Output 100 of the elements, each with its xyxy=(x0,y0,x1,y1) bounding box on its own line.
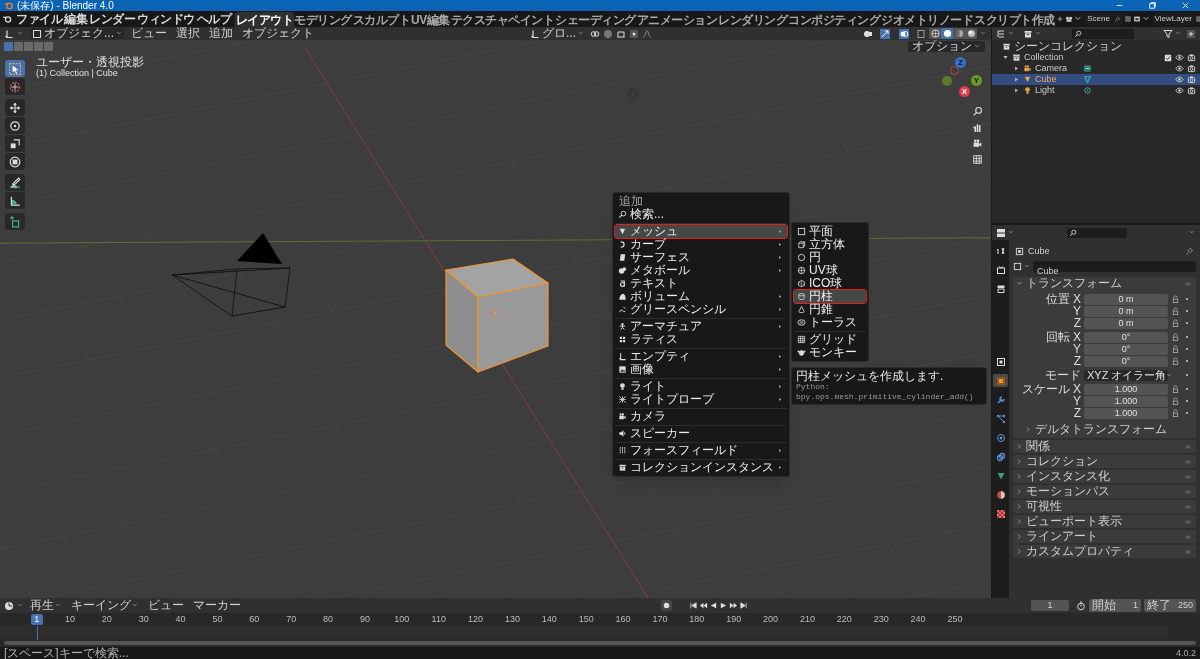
caret-icon[interactable] xyxy=(1008,229,1015,236)
tool-button[interactable] xyxy=(5,192,25,209)
menu-item[interactable]: 画像 xyxy=(615,363,787,376)
axis-button[interactable]: Z xyxy=(955,57,966,68)
timeline-editor-icon[interactable] xyxy=(4,600,14,611)
menu-item[interactable]: 平面 xyxy=(794,225,866,238)
menu-item[interactable]: ボリューム xyxy=(615,290,787,303)
view-layer-icon[interactable] xyxy=(1132,15,1141,23)
menu-item[interactable]: ラティス xyxy=(615,333,787,346)
menu-item[interactable]: 選択 xyxy=(173,28,203,39)
workspace-tab[interactable]: レイアウト xyxy=(235,12,294,27)
eye-icon[interactable] xyxy=(1175,75,1184,84)
menu-item[interactable]: グリースペンシル xyxy=(615,303,787,316)
overlay-toggle-icon[interactable] xyxy=(899,28,909,39)
menu-item[interactable]: 検索... xyxy=(615,208,787,221)
tree-row[interactable]: Light xyxy=(992,85,1200,96)
play-reverse-icon[interactable] xyxy=(709,601,718,610)
menu-item[interactable]: テキスト xyxy=(615,277,787,290)
menu-item[interactable]: エンプティ xyxy=(615,350,787,363)
tool-button[interactable] xyxy=(5,135,25,152)
properties-editor-icon[interactable] xyxy=(996,227,1006,238)
panel-header[interactable]: デルタトランスフォーム xyxy=(1013,423,1196,436)
panel-header[interactable]: 関係 xyxy=(1013,440,1196,453)
axis-button[interactable]: X xyxy=(959,86,970,97)
workspace-tab[interactable]: テクスチャペイント xyxy=(450,12,555,27)
keyframe-dot-icon[interactable] xyxy=(1183,307,1191,315)
lock-icon[interactable] xyxy=(1171,384,1180,394)
menu-item[interactable]: アーマチュア xyxy=(615,320,787,333)
menu-item[interactable]: サーフェス xyxy=(615,251,787,264)
panel-header[interactable]: モーションパス xyxy=(1013,485,1196,498)
menu-item[interactable]: ビュー xyxy=(128,28,170,39)
workspace-tab[interactable]: スクリプト作成 xyxy=(973,12,1056,27)
panel-header[interactable]: インスタンス化 xyxy=(1013,470,1196,483)
caret-icon[interactable] xyxy=(1175,30,1182,37)
pin-icon[interactable] xyxy=(1185,246,1194,256)
frame-range-field[interactable]: 終了 250 xyxy=(1144,599,1196,612)
record-icon[interactable] xyxy=(661,600,672,611)
add-icon[interactable] xyxy=(1056,15,1065,23)
number-field[interactable]: 0° xyxy=(1084,355,1168,367)
workspace-tab[interactable]: コンポジティング xyxy=(787,12,881,27)
axis-button[interactable]: Y xyxy=(971,75,982,86)
workspace-tab[interactable]: アニメーション xyxy=(636,12,718,27)
workspace-tab[interactable]: ジオメトリノード xyxy=(880,12,974,27)
close-icon[interactable] xyxy=(1181,1,1190,10)
menu-item[interactable]: ウィンドウ xyxy=(136,12,196,26)
menu-item[interactable]: 円錐 xyxy=(794,303,866,316)
menu-item[interactable]: 再生 xyxy=(27,599,65,612)
number-field[interactable]: 1.000 xyxy=(1084,407,1168,419)
caret-icon[interactable] xyxy=(17,602,24,609)
playhead[interactable]: 1 xyxy=(30,614,43,625)
menu-item[interactable]: モンキー xyxy=(794,346,866,359)
scrollbar[interactable] xyxy=(4,641,1196,645)
tool-button[interactable] xyxy=(5,213,25,230)
panel-header[interactable]: コレクション xyxy=(1013,455,1196,468)
number-field[interactable]: 0 m xyxy=(1084,293,1168,305)
zoom-icon[interactable] xyxy=(972,106,983,117)
menu-item[interactable]: メタボール xyxy=(615,264,787,277)
menu-item[interactable]: カーブ xyxy=(615,238,787,251)
lock-icon[interactable] xyxy=(1171,408,1180,418)
panel-header[interactable]: カスタムプロパティ xyxy=(1013,545,1196,558)
panel-header[interactable]: ラインアート xyxy=(1013,530,1196,543)
menu-item[interactable]: ビュー xyxy=(145,599,187,612)
mode-dropdown[interactable]: オブジェク... xyxy=(30,28,125,39)
camera-render-icon[interactable] xyxy=(1187,75,1196,84)
panel-header[interactable]: ビューポート表示 xyxy=(1013,515,1196,528)
caret-icon[interactable] xyxy=(1008,30,1015,37)
lock-icon[interactable] xyxy=(1171,318,1180,328)
menu-item[interactable]: ファイル xyxy=(15,12,63,26)
menu-item[interactable]: フォースフィールド xyxy=(615,444,787,457)
number-field[interactable]: 0 m xyxy=(1084,305,1168,317)
caret-icon[interactable] xyxy=(1189,229,1196,236)
menu-item[interactable]: マーカー xyxy=(190,599,244,612)
outliner-icon[interactable] xyxy=(996,28,1006,39)
caret-icon[interactable] xyxy=(1024,262,1031,270)
menu-item[interactable]: 立方体 xyxy=(794,238,866,251)
snap-target-icon[interactable] xyxy=(616,28,626,39)
panel-header[interactable]: 可視性 xyxy=(1013,500,1196,513)
lock-icon[interactable] xyxy=(1171,396,1180,406)
options-dropdown[interactable]: オプション xyxy=(908,40,985,52)
orientation-dropdown[interactable]: グロ... xyxy=(528,28,587,39)
pivot-icon[interactable] xyxy=(590,28,600,39)
number-field[interactable]: 1.000 xyxy=(1084,383,1168,395)
menu-item[interactable]: トーラス xyxy=(794,316,866,329)
number-field[interactable]: 0° xyxy=(1084,331,1168,343)
menu-item[interactable]: ヘルプ xyxy=(195,12,232,26)
camera-render-icon[interactable] xyxy=(1187,86,1196,95)
dropdown-field[interactable]: XYZ オイラー角 xyxy=(1084,369,1168,381)
frame-field[interactable]: 1 xyxy=(1031,600,1069,611)
tool-button[interactable] xyxy=(5,60,25,77)
blender-logo-icon[interactable] xyxy=(2,14,12,24)
menu-item[interactable]: ライトプローブ xyxy=(615,393,787,406)
menu-item[interactable]: グリッド xyxy=(794,333,866,346)
menu-item[interactable]: 円 xyxy=(794,251,866,264)
proportional-edit-icon[interactable] xyxy=(629,28,639,39)
caret-icon[interactable] xyxy=(17,30,24,37)
tree-row[interactable]: Collection xyxy=(992,52,1200,63)
number-field[interactable]: 0 m xyxy=(1084,317,1168,329)
keyframe-dot-icon[interactable] xyxy=(1183,397,1191,405)
keyframe-dot-icon[interactable] xyxy=(1183,385,1191,393)
expand-arrow-icon[interactable] xyxy=(1002,54,1009,61)
